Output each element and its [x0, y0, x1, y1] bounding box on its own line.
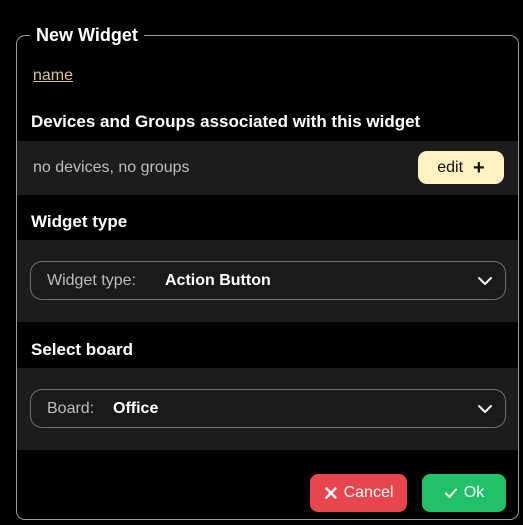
- widget-type-section-title: Widget type: [31, 212, 128, 231]
- board-panel: Board: Office: [17, 368, 518, 450]
- chevron-down-icon: [478, 405, 492, 413]
- widget-type-select-label: Widget type:: [47, 272, 136, 289]
- board-select-label: Board:: [47, 400, 95, 417]
- ok-button-label: Ok: [463, 484, 485, 501]
- board-select[interactable]: Board: Office: [30, 389, 506, 428]
- edit-devices-button[interactable]: edit +: [418, 151, 504, 184]
- widget-type-select-value: Action Button: [165, 272, 271, 289]
- board-select-value: Office: [113, 400, 159, 417]
- devices-section-title: Devices and Groups associated with this …: [31, 112, 421, 131]
- name-link[interactable]: name: [33, 66, 73, 86]
- cancel-button-label: Cancel: [343, 484, 394, 501]
- plus-icon: +: [473, 156, 485, 179]
- edit-button-label: edit: [437, 158, 464, 176]
- check-icon: [444, 488, 457, 498]
- widget-type-panel: Widget type: Action Button: [17, 240, 518, 322]
- close-icon: [324, 487, 337, 499]
- chevron-down-icon: [478, 277, 492, 285]
- devices-status-text: no devices, no groups: [33, 159, 190, 176]
- devices-panel: no devices, no groups edit +: [17, 141, 518, 195]
- ok-button[interactable]: Ok: [422, 474, 506, 512]
- widget-type-select[interactable]: Widget type: Action Button: [30, 261, 506, 300]
- dialog-title: New Widget: [30, 25, 144, 45]
- board-section-title: Select board: [31, 340, 134, 359]
- cancel-button[interactable]: Cancel: [310, 474, 407, 512]
